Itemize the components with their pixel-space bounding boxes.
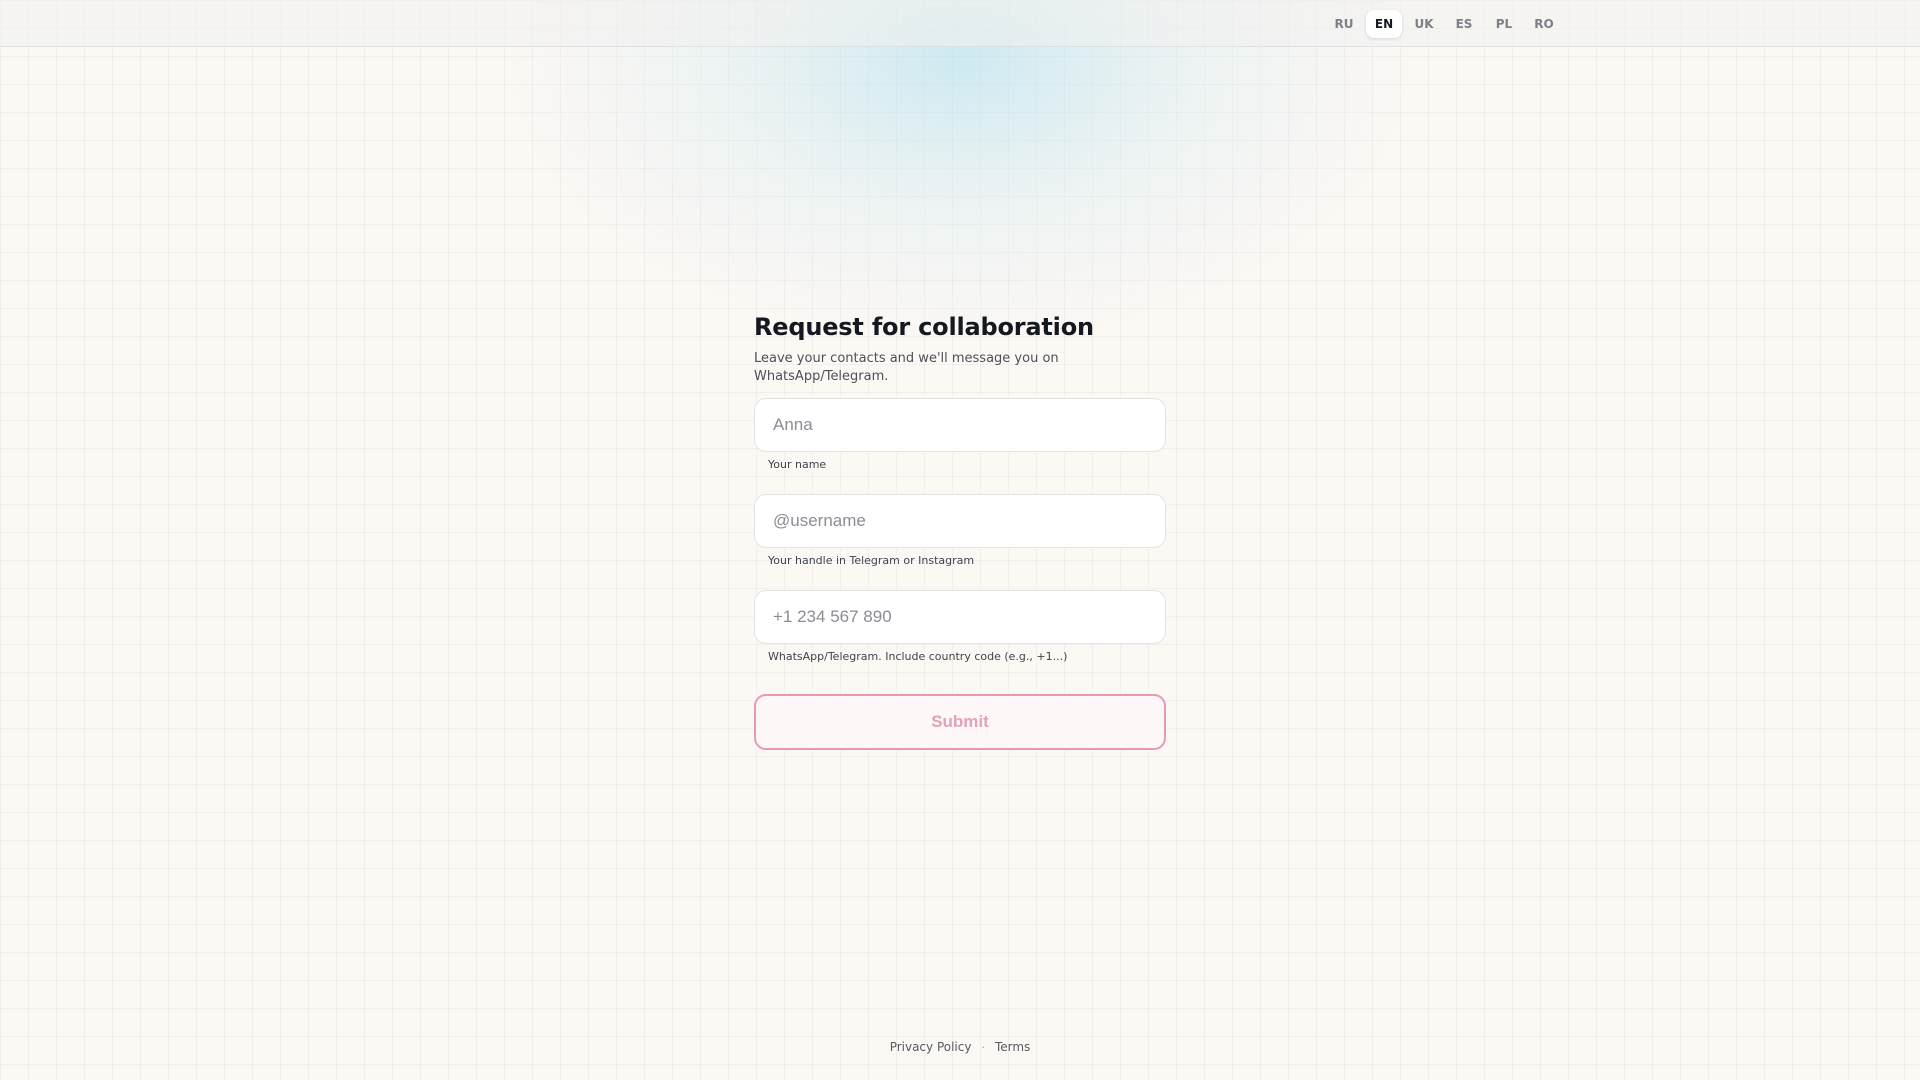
name-input[interactable]	[754, 398, 1166, 452]
handle-field-group: Your handle in Telegram or Instagram	[754, 494, 1166, 568]
language-option-pl[interactable]: PL	[1486, 10, 1522, 38]
phone-field-group: WhatsApp/Telegram. Include country code …	[754, 590, 1166, 664]
terms-link[interactable]: Terms	[995, 1040, 1030, 1054]
background-glow	[510, 0, 1410, 340]
language-option-es[interactable]: ES	[1446, 10, 1482, 38]
language-option-ru[interactable]: RU	[1326, 10, 1362, 38]
submit-button[interactable]: Submit	[754, 694, 1166, 750]
top-bar: RU EN UK ES PL RO	[0, 0, 1920, 47]
phone-hint: WhatsApp/Telegram. Include country code …	[768, 650, 1068, 663]
language-option-ro[interactable]: RO	[1526, 10, 1562, 38]
form-title: Request for collaboration	[754, 313, 1094, 341]
handle-hint: Your handle in Telegram or Instagram	[768, 554, 975, 567]
collaboration-form: Request for collaboration Leave your con…	[754, 312, 1166, 750]
footer: Privacy Policy · Terms	[0, 1040, 1920, 1054]
footer-separator: ·	[981, 1040, 985, 1054]
privacy-policy-link[interactable]: Privacy Policy	[890, 1040, 972, 1054]
language-switcher: RU EN UK ES PL RO	[1326, 10, 1562, 38]
name-field-group: Your name	[754, 398, 1166, 472]
phone-input[interactable]	[754, 590, 1166, 644]
form-subtitle: Leave your contacts and we'll message yo…	[754, 351, 1059, 384]
handle-input[interactable]	[754, 494, 1166, 548]
language-option-en[interactable]: EN	[1366, 10, 1402, 38]
language-option-uk[interactable]: UK	[1406, 10, 1442, 38]
name-hint: Your name	[768, 458, 827, 471]
